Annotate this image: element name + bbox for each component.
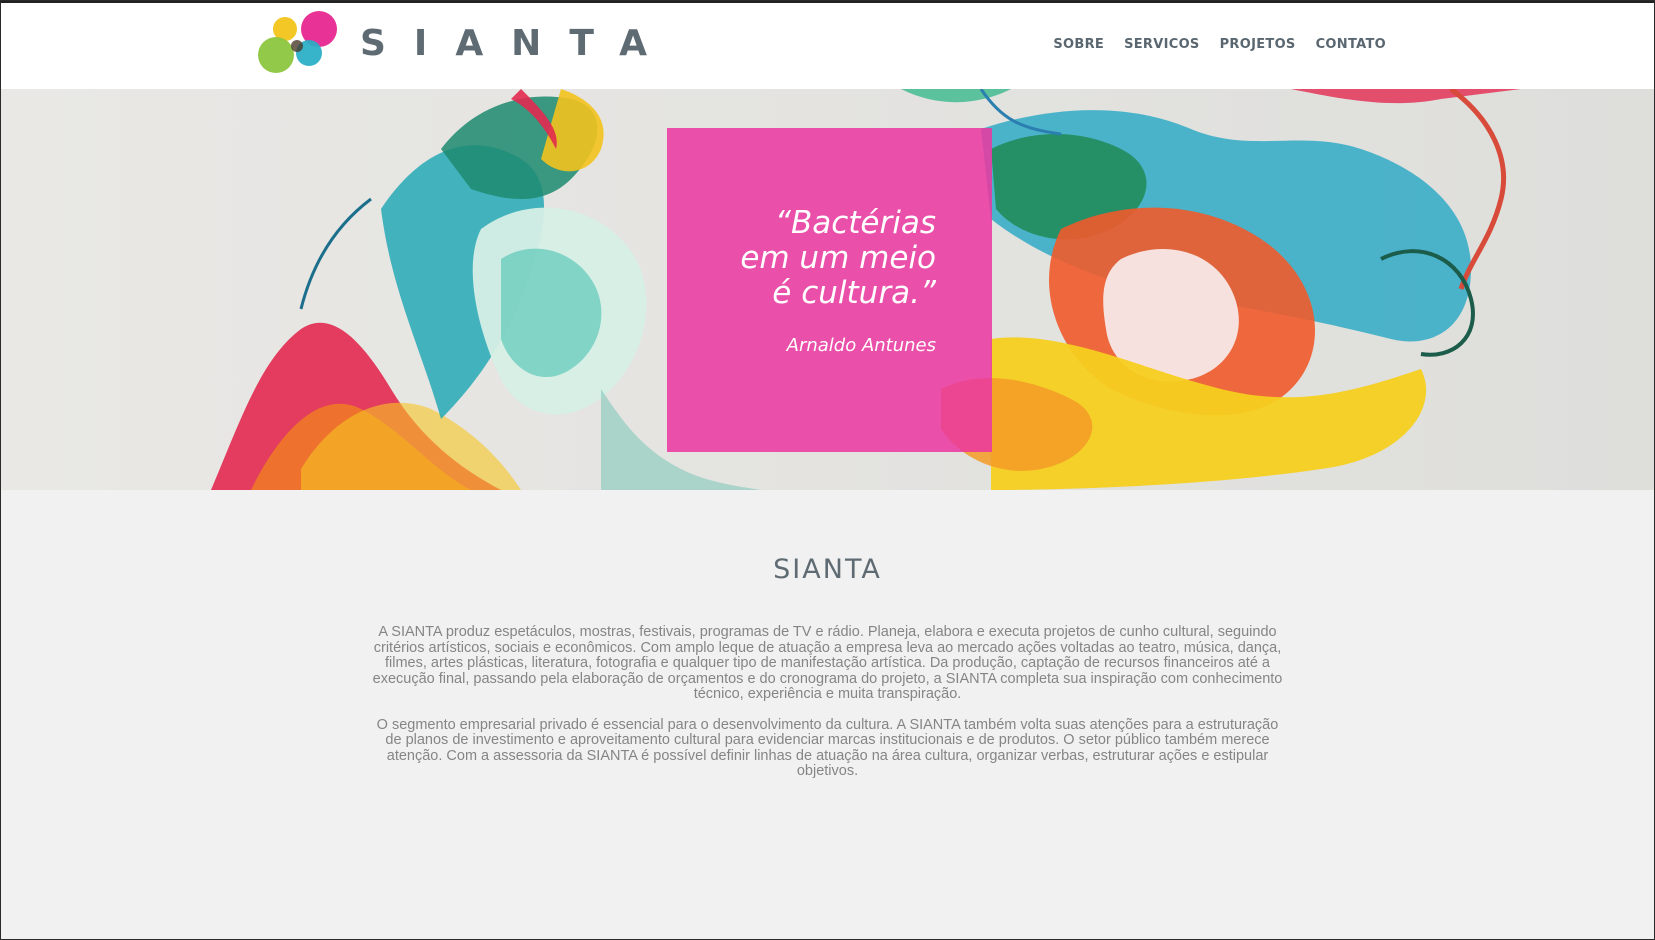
quote-author: Arnaldo Antunes: [786, 335, 936, 356]
site-header: SIANTA SOBRE SERVICOS PROJETOS CONTATO: [1, 1, 1654, 89]
about-section: SIANTA A SIANTA produz espetáculos, most…: [1, 490, 1654, 795]
nav-item-projetos[interactable]: PROJETOS: [1220, 37, 1296, 52]
logo-circles-icon: [258, 11, 337, 73]
nav-item-servicos[interactable]: SERVICOS: [1124, 37, 1200, 52]
about-title: SIANTA: [773, 554, 882, 585]
quote-box: “Bactérias em um meio é cultura.” Arnald…: [667, 128, 992, 452]
site-logo[interactable]: SIANTA: [258, 11, 675, 75]
nav-item-sobre[interactable]: SOBRE: [1053, 37, 1104, 52]
about-paragraph: A SIANTA produz espetáculos, mostras, fe…: [372, 624, 1283, 702]
hero-quote: “Bactérias em um meio é cultura.”: [740, 205, 936, 311]
page: SIANTA SOBRE SERVICOS PROJETOS CONTATO “…: [0, 0, 1655, 940]
nav-item-contato[interactable]: CONTATO: [1316, 37, 1386, 52]
main-nav: SOBRE SERVICOS PROJETOS CONTATO: [1053, 37, 1386, 52]
hero-banner: “Bactérias em um meio é cultura.” Arnald…: [1, 89, 1654, 490]
logo-wordmark: SIANTA: [360, 22, 675, 64]
about-paragraph: O segmento empresarial privado é essenci…: [376, 716, 1279, 779]
